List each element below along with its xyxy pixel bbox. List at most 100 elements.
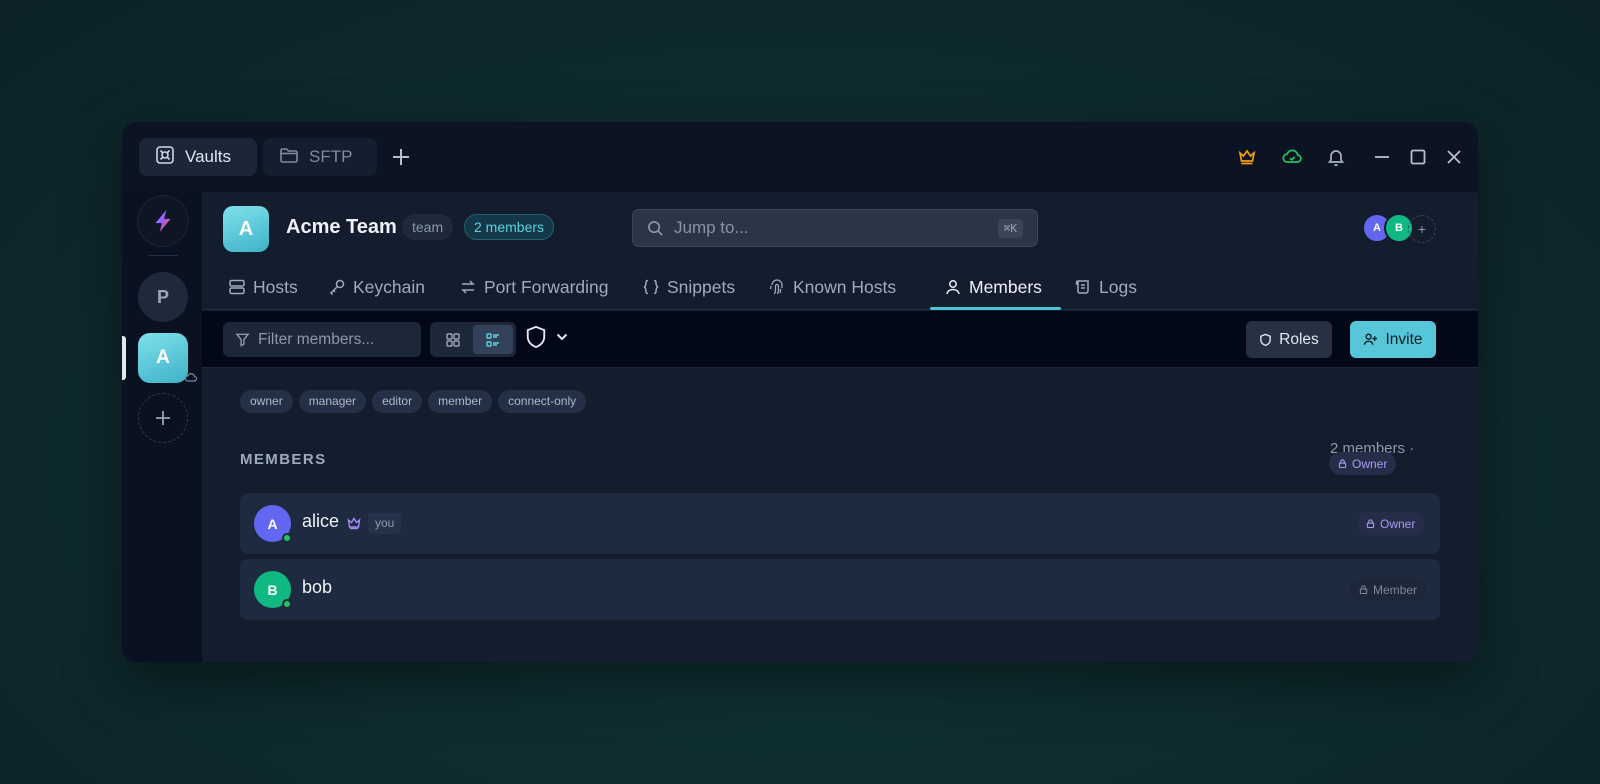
braces-icon <box>643 279 659 295</box>
tab-label: Port Forwarding <box>484 276 609 297</box>
tab-vaults-label: Vaults <box>185 147 231 166</box>
tab-label: Members <box>969 276 1042 297</box>
fingerprint-icon <box>769 279 783 295</box>
invite-button-label: Invite <box>1385 330 1423 348</box>
rail-divider <box>148 255 178 256</box>
search-icon <box>648 220 663 236</box>
active-tab-indicator <box>930 307 1061 310</box>
rail-vault-acme[interactable]: A <box>138 333 188 383</box>
member-row-alice[interactable]: A alice you Owner <box>240 493 1440 554</box>
app-window: Vaults SFTP P A A Acme Team team 2 membe… <box>122 122 1478 662</box>
folder-icon <box>279 145 299 170</box>
lock-icon <box>1366 519 1375 528</box>
shortcut-hint: ⌘K <box>997 218 1023 238</box>
avatar-letter: B <box>267 581 278 598</box>
team-avatar: A <box>223 206 269 252</box>
role-chip-connect-only[interactable]: connect-only <box>498 390 587 413</box>
you-badge: you <box>368 513 402 534</box>
scroll-icon <box>1075 280 1089 294</box>
role-chip-owner[interactable]: owner <box>240 390 293 413</box>
key-icon <box>329 279 345 296</box>
tab-label: Hosts <box>253 276 298 297</box>
tab-port-forwarding[interactable]: Port Forwarding <box>445 264 623 310</box>
lock-icon <box>1359 585 1368 594</box>
avatar: B <box>254 571 292 609</box>
list-view-button[interactable] <box>473 325 513 354</box>
member-name: bob <box>302 577 333 597</box>
tab-logs[interactable]: Logs <box>1060 264 1151 310</box>
cloud-sync-icon[interactable] <box>1281 146 1303 168</box>
bell-icon[interactable] <box>1325 146 1347 168</box>
member-role-badge[interactable]: Member <box>1350 578 1427 601</box>
title-bar: Vaults SFTP <box>122 122 1478 192</box>
shield-icon <box>1260 333 1272 346</box>
tab-members[interactable]: Members <box>930 264 1056 310</box>
vault-rail: P A <box>122 192 202 662</box>
role-label: Owner <box>1352 456 1388 471</box>
role-filter-dropdown[interactable] <box>525 325 569 349</box>
rail-vault-personal[interactable]: P <box>138 272 188 322</box>
tab-keychain[interactable]: Keychain <box>314 264 439 310</box>
add-tab-button[interactable] <box>390 146 412 168</box>
avatar: A <box>254 505 292 543</box>
app-logo[interactable] <box>138 196 188 246</box>
rail-selected-indicator <box>122 336 126 380</box>
grid-view-button[interactable] <box>433 325 473 354</box>
avatar-letter: A <box>267 515 278 532</box>
close-icon[interactable] <box>1443 146 1465 168</box>
team-name: Acme Team <box>286 216 397 238</box>
user-plus-icon <box>1364 333 1378 345</box>
invite-button[interactable]: Invite <box>1350 321 1436 358</box>
minimize-icon[interactable] <box>1371 146 1393 168</box>
chevron-down-icon <box>556 333 568 341</box>
avatar-letter: A <box>1373 222 1381 234</box>
role-chips: owner manager editor member connect-only <box>240 390 587 413</box>
team-avatar-letter: A <box>238 217 254 240</box>
view-mode-toggle <box>430 322 516 357</box>
lock-icon <box>1338 459 1347 468</box>
maximize-icon[interactable] <box>1407 146 1429 168</box>
lightning-icon <box>155 210 171 232</box>
server-icon <box>229 279 245 295</box>
crown-icon[interactable] <box>1236 146 1258 168</box>
member-row-bob[interactable]: B bob Member <box>240 559 1440 620</box>
filter-icon <box>235 333 250 347</box>
crown-icon <box>346 515 362 531</box>
tab-snippets[interactable]: Snippets <box>628 264 749 310</box>
roles-button[interactable]: Roles <box>1246 321 1332 358</box>
jump-to-search[interactable]: ⌘K <box>632 209 1038 247</box>
member-name: alice <box>302 511 340 531</box>
search-input[interactable] <box>674 218 988 238</box>
rail-vault-letter: A <box>156 347 170 368</box>
tab-label: Snippets <box>667 276 736 297</box>
roles-button-label: Roles <box>1279 330 1319 348</box>
add-presence-button[interactable]: + <box>1408 215 1436 243</box>
plus-icon <box>156 411 170 425</box>
role-chip-editor[interactable]: editor <box>372 390 423 413</box>
role-chip-member[interactable]: member <box>428 390 493 413</box>
role-label: Owner <box>1380 516 1416 531</box>
online-status-dot <box>282 599 292 609</box>
tab-sftp[interactable]: SFTP <box>263 138 377 176</box>
add-vault-button[interactable] <box>138 393 188 443</box>
members-section-title: MEMBERS <box>240 451 327 468</box>
filter-input[interactable] <box>258 330 408 349</box>
plus-label: + <box>1417 221 1427 237</box>
tab-known-hosts[interactable]: Known Hosts <box>754 264 910 310</box>
rail-vault-letter: P <box>156 286 169 307</box>
tab-vaults[interactable]: Vaults <box>139 138 257 176</box>
filter-members[interactable] <box>223 322 421 357</box>
plus-icon <box>393 149 409 165</box>
role-chip-manager[interactable]: manager <box>298 390 367 413</box>
avatar-letter: B <box>1395 222 1403 234</box>
main-panel: A Acme Team team 2 members ⌘K A B + Host… <box>202 192 1478 662</box>
tab-hosts[interactable]: Hosts <box>214 264 312 310</box>
member-role-badge[interactable]: Owner <box>1357 512 1425 535</box>
tab-label: Logs <box>1099 276 1137 297</box>
grid-icon <box>446 332 460 347</box>
tab-label: Known Hosts <box>793 276 897 297</box>
team-type-badge: team <box>402 214 454 240</box>
my-role-badge: Owner <box>1329 452 1397 475</box>
members-count-badge[interactable]: 2 members <box>464 214 555 240</box>
online-status-dot <box>282 533 292 543</box>
